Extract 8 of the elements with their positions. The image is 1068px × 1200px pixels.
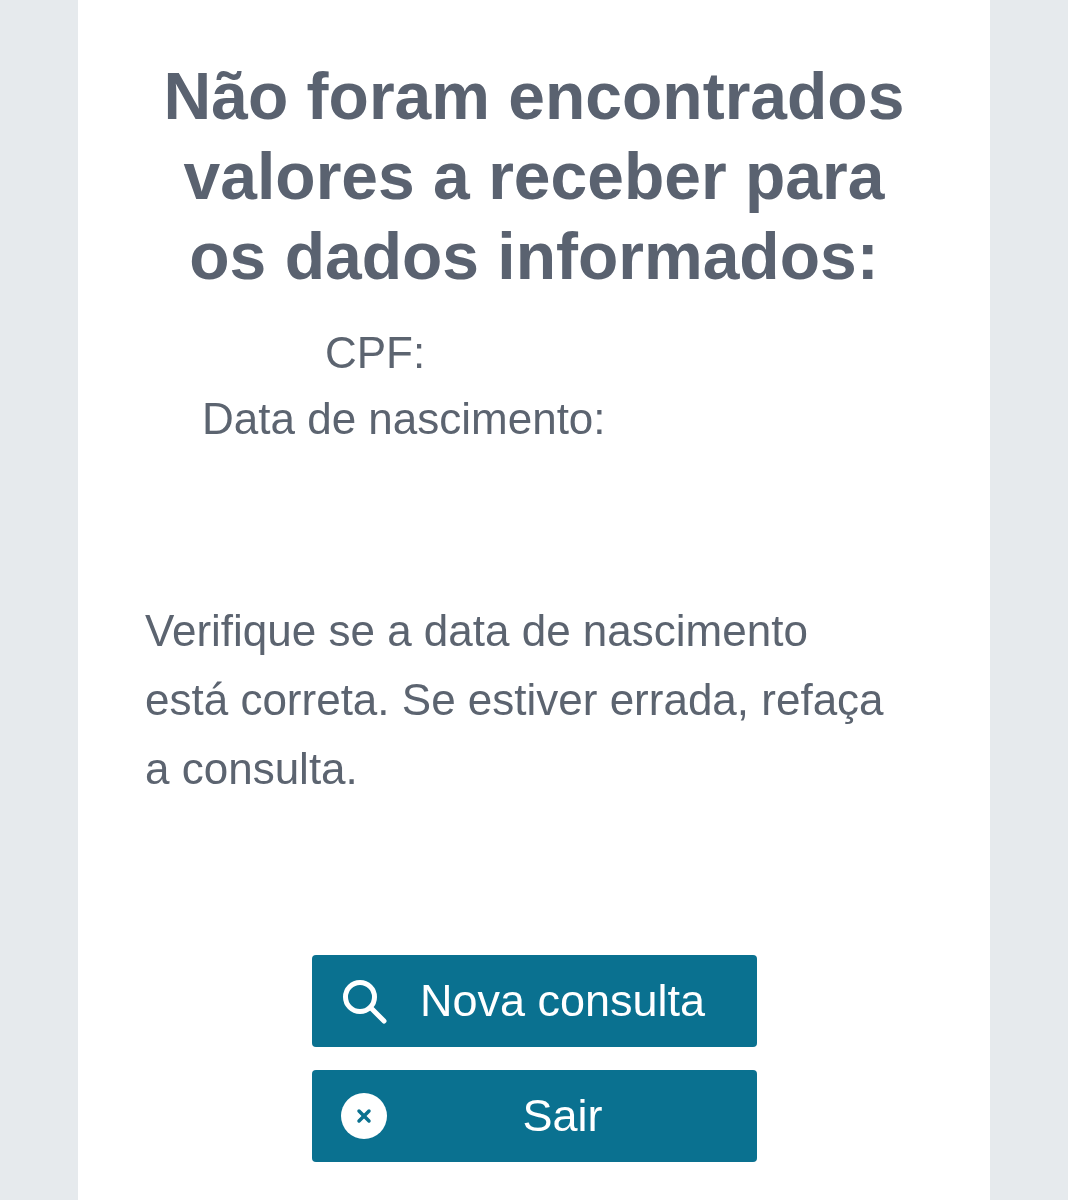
instruction-text: Verifique se a data de nascimento está correta. Se estiver errada, refaça a consulta.: [145, 605, 885, 795]
search-icon: [340, 978, 387, 1024]
field-label: CPF:: [325, 327, 426, 379]
new-search-button[interactable]: Nova consulta: [311, 955, 757, 1047]
close-icon: [340, 1093, 387, 1139]
result-heading: Não foram encontrados valores a receber para os dados informados:: [162, 58, 906, 295]
exit-button[interactable]: Sair: [311, 1070, 757, 1162]
field-label: Data de nascimento:: [202, 393, 606, 445]
